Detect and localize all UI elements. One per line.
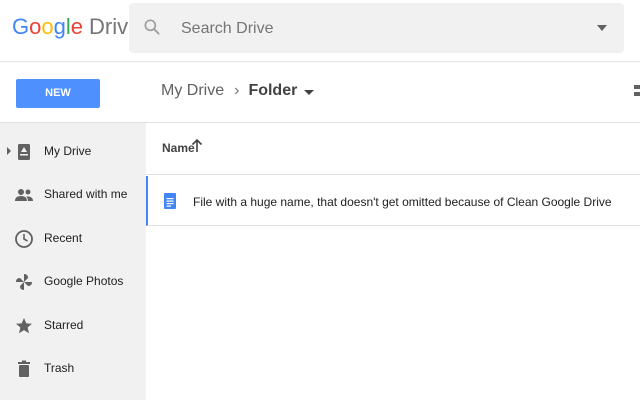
column-header-row: Name <box>146 123 640 175</box>
sidebar-item-label: Shared with me <box>44 187 128 201</box>
breadcrumb: My Drive › Folder <box>161 82 315 100</box>
pinwheel-icon <box>16 274 32 290</box>
table-row[interactable]: File with a huge name, that doesn't get … <box>146 176 640 226</box>
expand-arrow-icon[interactable] <box>7 147 11 155</box>
app-header: Google Drive <box>0 0 640 62</box>
view-toggle-icon[interactable] <box>634 85 640 103</box>
breadcrumb-separator-icon: › <box>234 82 240 99</box>
search-input[interactable] <box>181 16 581 42</box>
sidebar: My Drive Shared with me Recent Google Ph… <box>0 123 146 400</box>
sidebar-item-label: My Drive <box>44 144 92 158</box>
sidebar-item-trash[interactable]: Trash <box>0 350 146 390</box>
star-icon <box>16 318 32 334</box>
clock-icon <box>15 230 33 248</box>
breadcrumb-current-folder[interactable]: Folder <box>248 82 297 100</box>
column-header-name[interactable]: Name <box>162 141 195 155</box>
search-options-dropdown-icon[interactable] <box>597 25 607 31</box>
logo-letter: G <box>12 14 30 39</box>
file-list: Name File with a huge name, that doesn't… <box>146 123 640 400</box>
search-icon[interactable] <box>142 17 162 37</box>
sidebar-item-google-photos[interactable]: Google Photos <box>0 263 146 303</box>
sidebar-item-recent[interactable]: Recent <box>0 220 146 260</box>
logo-letter: o <box>41 14 54 39</box>
toolbar: NEW My Drive › Folder <box>0 63 640 123</box>
google-drive-logo[interactable]: Google Drive <box>12 14 140 40</box>
sidebar-item-label: Google Photos <box>44 274 124 288</box>
docs-icon <box>164 193 176 209</box>
sidebar-item-label: Starred <box>44 318 84 332</box>
logo-letter: g <box>53 14 66 39</box>
folder-menu-caret-icon[interactable] <box>304 89 315 95</box>
sidebar-item-label: Recent <box>44 231 83 245</box>
sidebar-item-my-drive[interactable]: My Drive <box>0 133 146 173</box>
sort-ascending-arrow-icon[interactable] <box>191 139 203 153</box>
my-drive-icon <box>18 144 30 160</box>
breadcrumb-my-drive[interactable]: My Drive <box>161 82 224 100</box>
sidebar-item-label: Trash <box>44 361 75 375</box>
sidebar-item-starred[interactable]: Starred <box>0 307 146 347</box>
sidebar-item-shared-with-me[interactable]: Shared with me <box>0 176 146 216</box>
search-bar <box>129 3 624 53</box>
file-name: File with a huge name, that doesn't get … <box>193 195 612 209</box>
people-icon <box>15 189 33 201</box>
new-button[interactable]: NEW <box>16 79 100 108</box>
logo-letter: e <box>70 14 84 39</box>
trash-icon <box>18 360 30 377</box>
logo-letter: o <box>29 14 42 39</box>
